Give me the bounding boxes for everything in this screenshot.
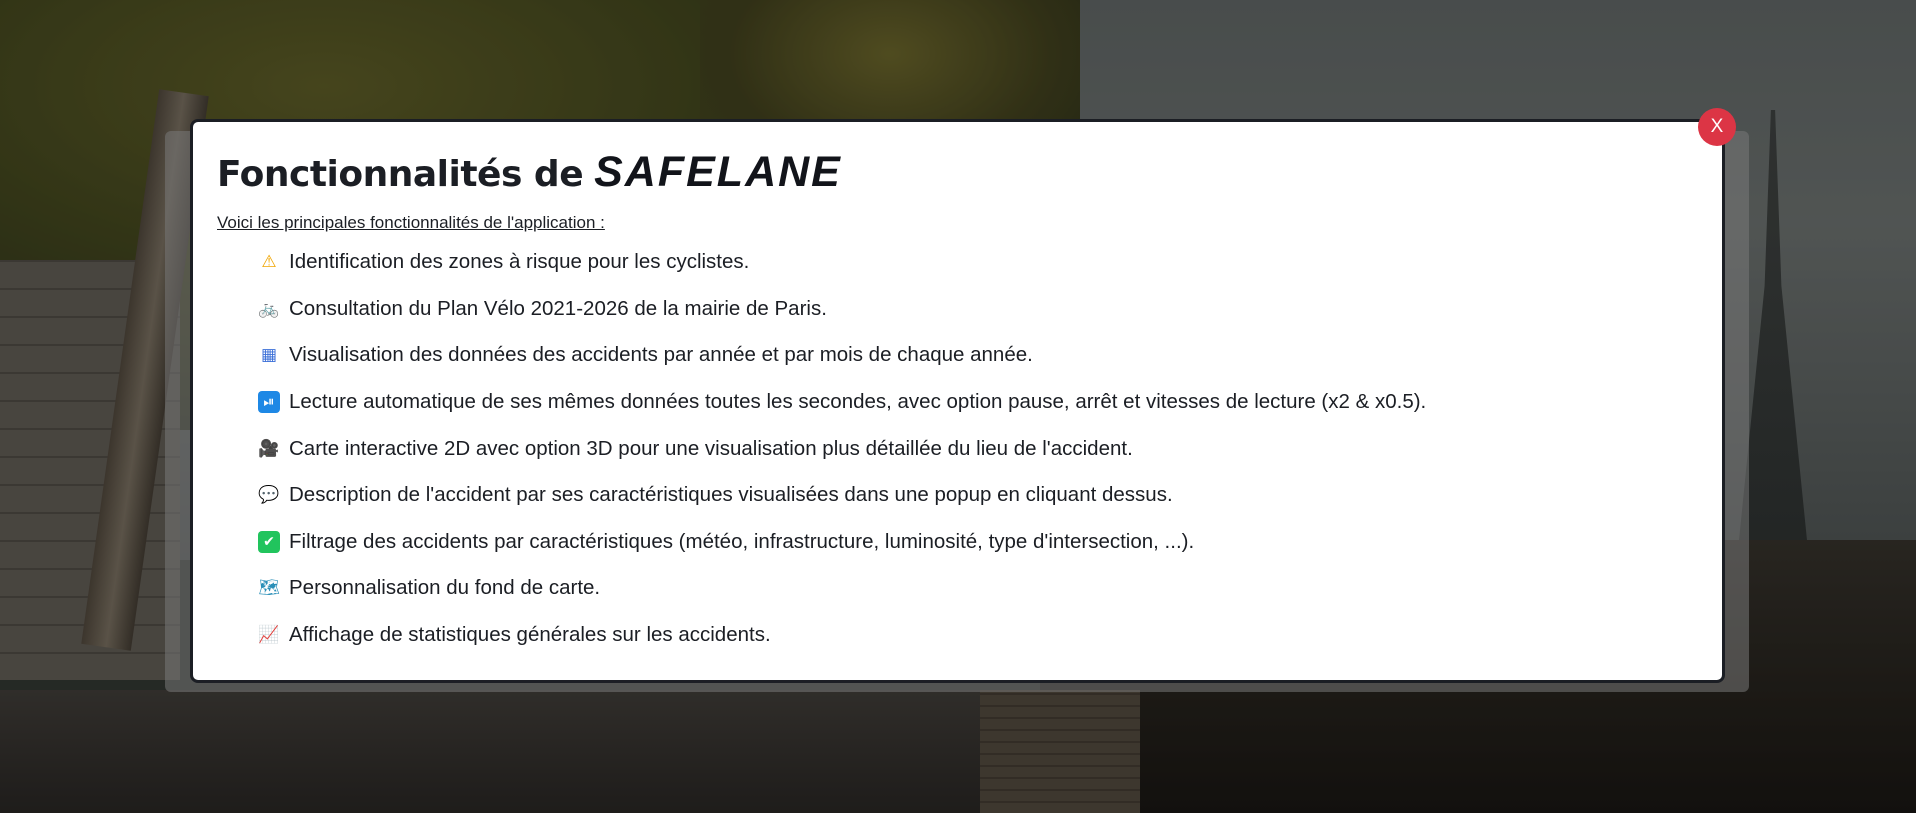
play-pause-icon: ⏯	[258, 391, 280, 414]
feature-text: Description de l'accident par ses caract…	[289, 483, 1173, 507]
list-item: 🚲 Consultation du Plan Vélo 2021-2026 de …	[258, 286, 1698, 333]
speech-bubble-icon: 💬	[258, 485, 280, 506]
feature-text: Carte interactive 2D avec option 3D pour…	[289, 436, 1133, 460]
calendar-icon: ▦	[260, 345, 278, 366]
list-item: 🗺 Personnalisation du fond de carte.	[258, 565, 1698, 612]
feature-text: Consultation du Plan Vélo 2021-2026 de l…	[289, 296, 827, 320]
list-item: 🎥 Carte interactive 2D avec option 3D pou…	[258, 425, 1698, 472]
list-item: 💬 Description de l'accident par ses carac…	[258, 472, 1698, 519]
features-modal: Fonctionnalités de SAFELANE Voici les pr…	[190, 119, 1725, 683]
list-item: ⚠ Identification des zones à risque pour …	[258, 239, 1698, 286]
list-item: ⏯ Lecture automatique de ses mêmes donnée…	[258, 379, 1698, 426]
modal-title: Fonctionnalités de SAFELANE	[217, 148, 1698, 197]
chart-increasing-icon: 📈	[258, 625, 280, 646]
list-item: ▦ Visualisation des données des accidents…	[258, 332, 1698, 379]
features-list: ⚠ Identification des zones à risque pour …	[217, 239, 1698, 658]
feature-text: Identification des zones à risque pour l…	[289, 250, 750, 274]
warning-icon: ⚠	[261, 252, 277, 273]
feature-text: Visualisation des données des accidents …	[289, 343, 1033, 367]
feature-text: Affichage de statistiques générales sur …	[289, 623, 771, 647]
check-box-icon: ✔	[258, 530, 280, 553]
map-icon: 🗺	[258, 578, 280, 599]
feature-text: Personnalisation du fond de carte.	[289, 576, 601, 600]
feature-text: Lecture automatique de ses mêmes données…	[289, 390, 1427, 414]
list-item: ✔ Filtrage des accidents par caractéristi…	[258, 519, 1698, 566]
brand-logo: SAFELANE	[594, 148, 842, 196]
close-button[interactable]: X	[1698, 108, 1736, 146]
bicycle-icon: 🚲	[258, 298, 280, 319]
intro-text: Voici les principales fonctionnalités de…	[217, 213, 605, 232]
list-item: 📈 Affichage de statistiques générales sur…	[258, 612, 1698, 659]
modal-title-text: Fonctionnalités de	[217, 154, 584, 195]
movie-camera-icon: 🎥	[258, 438, 280, 459]
feature-text: Filtrage des accidents par caractéristiq…	[289, 529, 1195, 553]
